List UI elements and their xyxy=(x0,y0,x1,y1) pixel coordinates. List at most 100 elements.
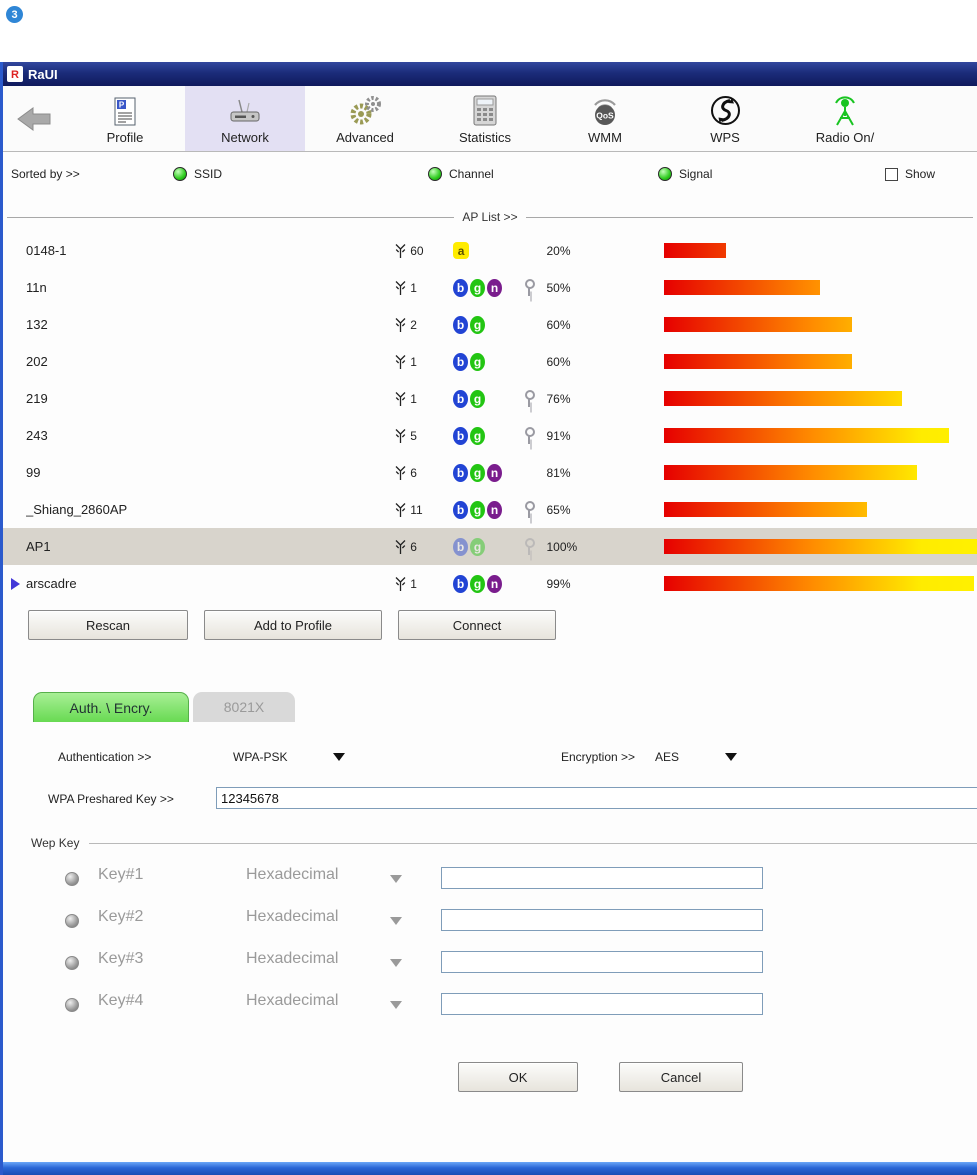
signal-percent: 20% xyxy=(546,243,571,258)
ap-row[interactable]: _Shiang_2860AP 11 bgn 65% xyxy=(3,491,977,528)
ap-row[interactable]: 0148-1 60 a 20% xyxy=(3,232,977,269)
signal-bar-track xyxy=(663,317,977,332)
mode-b-badge: b xyxy=(453,426,469,445)
toolbar-item-advanced[interactable]: Advanced xyxy=(305,86,425,151)
mode-badges: bgn xyxy=(453,500,519,519)
channel-number: 1 xyxy=(410,354,417,369)
mode-g-badge: g xyxy=(470,426,486,445)
signal-percent: 91% xyxy=(546,428,571,443)
ap-row[interactable]: 132 2 bg 60% xyxy=(3,306,977,343)
mode-n-badge: n xyxy=(487,574,503,593)
title-bar[interactable]: R RaUI xyxy=(3,62,977,86)
sort-option-label: Channel xyxy=(449,167,494,181)
ap-list-rows: 0148-1 60 a 20% 11n 1 bgn 50% 132 2 b g … xyxy=(3,232,977,602)
toolbar-item-profile[interactable]: P Profile xyxy=(65,86,185,151)
show-checkbox-group[interactable]: Show xyxy=(885,167,935,181)
ap-row[interactable]: 243 5 bg 91% xyxy=(3,417,977,454)
mode-b-badge: b xyxy=(453,352,469,371)
lock-key-icon xyxy=(524,538,535,555)
ap-row[interactable]: AP1 6 bg 100% xyxy=(3,528,977,565)
ap-row[interactable]: 219 1 bg 76% xyxy=(3,380,977,417)
encryption-dropdown-arrow-icon[interactable] xyxy=(725,753,737,761)
channel-antenna-icon xyxy=(395,391,406,406)
wep-key2-input xyxy=(441,909,763,931)
signal-percent: 60% xyxy=(546,354,571,369)
auth-panel-tabs: Auth. \ Encry. 8021X xyxy=(3,692,977,722)
mode-n-badge: n xyxy=(487,500,503,519)
toolbar-item-radio[interactable]: Radio On/ xyxy=(785,86,905,151)
ap-list-header: AP List >> xyxy=(7,210,973,224)
channel-antenna-icon xyxy=(395,317,406,332)
toolbar-item-wps[interactable]: WPS xyxy=(665,86,785,151)
mode-b-badge: b xyxy=(453,537,469,556)
ok-button[interactable]: OK xyxy=(458,1062,578,1092)
sort-option-signal[interactable]: Signal xyxy=(658,167,712,181)
psk-label: WPA Preshared Key >> xyxy=(48,792,174,806)
mode-b-badge: b xyxy=(453,500,469,519)
ap-ssid: AP1 xyxy=(26,539,51,554)
wep-key-group-label: Wep Key xyxy=(3,836,977,850)
radio-led-icon xyxy=(428,167,442,181)
toolbar-item-label: Radio On/ xyxy=(815,129,875,145)
encryption-label: Encryption >> xyxy=(561,750,636,764)
channel-antenna-icon xyxy=(395,502,406,517)
channel-antenna-icon xyxy=(395,465,406,480)
radio-antenna-icon xyxy=(831,93,859,127)
tab-auth-encry[interactable]: Auth. \ Encry. xyxy=(33,692,189,722)
statistics-calculator-icon xyxy=(470,93,500,127)
encryption-value[interactable]: AES xyxy=(655,750,679,764)
signal-bar-track xyxy=(663,354,977,369)
ap-row[interactable]: arscadre 1 bgn 99% xyxy=(3,565,977,602)
toolbar-item-statistics[interactable]: Statistics xyxy=(425,86,545,151)
mode-g-badge: g xyxy=(470,389,486,408)
authentication-dropdown-arrow-icon[interactable] xyxy=(333,753,345,761)
lock-key-icon xyxy=(524,279,535,296)
signal-bar xyxy=(663,317,852,332)
sort-option-ssid[interactable]: SSID xyxy=(173,167,222,181)
sort-option-label: SSID xyxy=(194,167,223,181)
mode-b-badge: b xyxy=(453,389,469,408)
channel-antenna-icon xyxy=(395,280,406,295)
psk-input[interactable] xyxy=(216,787,977,809)
mode-badges: bgn xyxy=(453,278,519,297)
cancel-button[interactable]: Cancel xyxy=(619,1062,743,1092)
toolbar-item-label: WPS xyxy=(710,129,740,145)
ap-row[interactable]: 202 1 bg 60% xyxy=(3,343,977,380)
wep-key2-format: Hexadecimal xyxy=(246,908,339,925)
ap-ssid: 132 xyxy=(26,317,48,332)
mode-g-badge: g xyxy=(470,315,486,334)
toolbar-item-label: Network xyxy=(221,129,269,145)
signal-bar-track xyxy=(663,243,977,258)
signal-percent: 81% xyxy=(546,465,571,480)
ap-ssid: 99 xyxy=(26,465,41,480)
mode-badges: bg xyxy=(453,537,519,556)
connect-button[interactable]: Connect xyxy=(398,610,556,640)
connected-indicator-icon xyxy=(11,577,20,590)
psk-row: WPA Preshared Key >> xyxy=(3,786,977,812)
sort-option-label: Signal xyxy=(679,167,713,181)
rescan-button[interactable]: Rescan xyxy=(28,610,188,640)
sort-option-channel[interactable]: Channel xyxy=(428,167,494,181)
wmm-qos-icon: QoS xyxy=(587,93,623,127)
annotation-badge: 3 xyxy=(6,6,23,23)
signal-percent: 50% xyxy=(546,280,571,295)
ap-row[interactable]: 99 6 bgn 81% xyxy=(3,454,977,491)
wep-key1-format: Hexadecimal xyxy=(246,866,339,883)
wep-key3-format: Hexadecimal xyxy=(246,950,339,967)
toolbar-item-wmm[interactable]: QoS WMM xyxy=(545,86,665,151)
radio-led-icon xyxy=(173,167,187,181)
back-button[interactable] xyxy=(3,86,65,151)
channel-number: 60 xyxy=(410,243,424,258)
add-to-profile-button[interactable]: Add to Profile xyxy=(204,610,382,640)
svg-text:QoS: QoS xyxy=(596,110,614,120)
ap-row[interactable]: 11n 1 bgn 50% xyxy=(3,269,977,306)
network-icon xyxy=(227,93,263,127)
channel-antenna-icon xyxy=(395,243,406,258)
toolbar-item-network[interactable]: Network xyxy=(185,86,305,151)
mode-g-badge: g xyxy=(470,463,486,482)
channel-number: 2 xyxy=(410,317,417,332)
authentication-value[interactable]: WPA-PSK xyxy=(233,750,287,764)
back-arrow-icon xyxy=(17,106,51,131)
show-checkbox[interactable] xyxy=(885,167,898,181)
signal-percent: 76% xyxy=(546,391,571,406)
